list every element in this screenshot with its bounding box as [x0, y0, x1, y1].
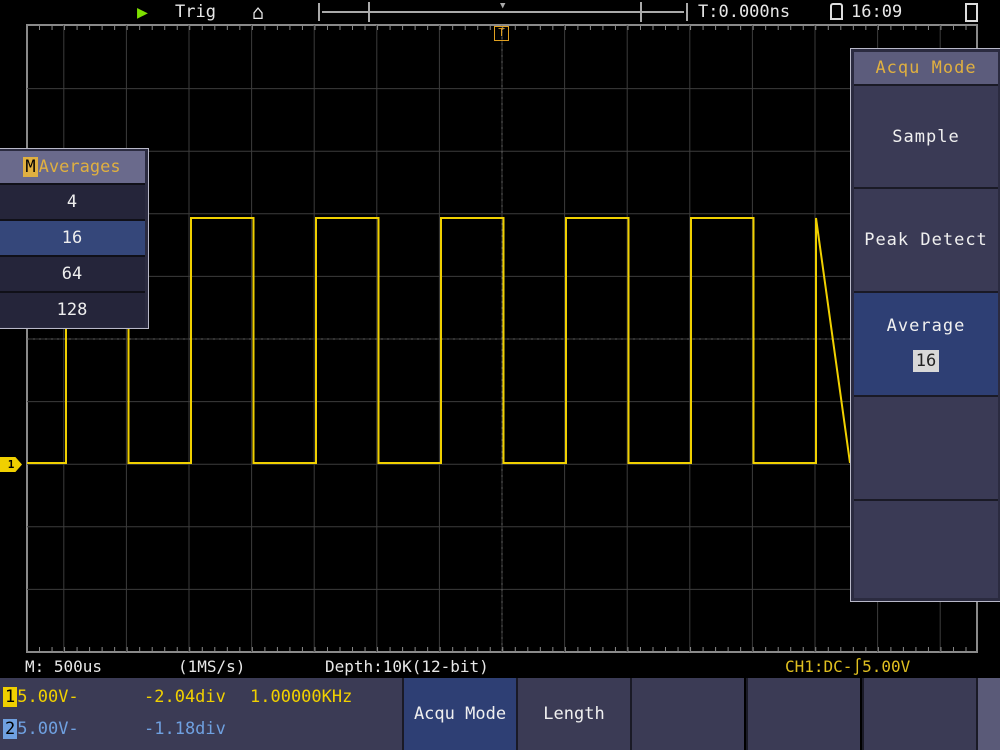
trigger-level: 5.00V	[862, 657, 910, 676]
ch1-waveform	[27, 218, 850, 463]
lock-icon	[830, 3, 843, 20]
menu-badge-icon: M	[23, 157, 37, 177]
bottom-menu-empty-4	[746, 678, 860, 750]
ch2-badge: 2	[3, 719, 17, 739]
battery-icon	[965, 3, 978, 22]
option-label: 64	[62, 264, 82, 284]
ch1-badge: 1	[3, 687, 17, 707]
ch1-marker-label: 1	[8, 458, 15, 471]
clock: 16:09	[851, 2, 902, 22]
trigger-marker-label: T	[498, 26, 505, 39]
option-label: 16	[62, 228, 82, 248]
average-value: 16	[913, 350, 939, 372]
run-icon[interactable]: ▶	[137, 2, 148, 23]
ch2-offset: -1.18div	[144, 719, 226, 739]
ch1-info[interactable]: 15.00V-	[3, 687, 79, 707]
acqu-mode-label: Acqu Mode	[414, 704, 506, 724]
sample-button[interactable]: Sample	[854, 84, 998, 187]
acqu-mode-side-menu: Acqu Mode Sample Peak Detect Average 16	[850, 48, 1000, 602]
averages-option-128[interactable]: 128	[0, 291, 145, 327]
ch1-offset: -2.04div	[144, 687, 226, 707]
memory-depth: Depth:10K(12-bit)	[325, 657, 489, 676]
trigger-position-marker[interactable]: T	[494, 26, 509, 41]
side-menu-empty-5	[854, 499, 998, 598]
length-label: Length	[543, 704, 604, 724]
averages-option-16[interactable]: 16	[0, 219, 145, 255]
length-button[interactable]: Length	[516, 678, 630, 750]
bottom-menu-scroll[interactable]	[976, 678, 1000, 750]
timebase: M: 500us	[25, 657, 102, 676]
peak-detect-button[interactable]: Peak Detect	[854, 187, 998, 291]
averages-option-4[interactable]: 4	[0, 183, 145, 219]
bottom-menu-empty-5	[862, 678, 976, 750]
averages-option-64[interactable]: 64	[0, 255, 145, 291]
side-menu-empty-4	[854, 395, 998, 499]
averages-popup: M Averages 4 16 64 128	[0, 148, 149, 329]
average-button[interactable]: Average 16	[854, 291, 998, 395]
sample-label: Sample	[892, 127, 959, 147]
averages-popup-title: Averages	[39, 157, 121, 177]
bottom-menu-empty-3	[630, 678, 744, 750]
ch1-scale: 5.00V-	[17, 687, 78, 707]
trigger-source: CH1:DC-	[785, 657, 852, 676]
side-menu-title: Acqu Mode	[854, 52, 998, 84]
trigger-status: Trig	[175, 2, 216, 22]
ch1-frequency: 1.00000KHz	[250, 687, 352, 707]
averages-popup-header: M Averages	[0, 151, 145, 183]
average-label: Average	[887, 316, 966, 336]
trigger-settings: CH1:DC-∫5.00V	[785, 657, 910, 676]
acquisition-status-line: M: 500us (1MS/s) Depth:10K(12-bit) CH1:D…	[0, 655, 1000, 677]
ch2-info[interactable]: 25.00V-	[3, 719, 79, 739]
sample-rate: (1MS/s)	[178, 657, 245, 676]
ch2-scale: 5.00V-	[17, 719, 78, 739]
home-icon[interactable]: ⌂	[252, 0, 264, 24]
option-label: 4	[67, 192, 77, 212]
channel-info-panel: 15.00V- -2.04div 1.00000KHz 25.00V- -1.1…	[0, 678, 402, 750]
top-status-bar: ▶ Trig ⌂ ▼ T:0.000ns 16:09	[0, 0, 1000, 25]
peak-detect-label: Peak Detect	[864, 230, 988, 250]
memory-position-bar: ▼	[318, 3, 688, 21]
acqu-mode-button[interactable]: Acqu Mode	[402, 678, 516, 750]
rising-edge-icon: ∫	[852, 657, 862, 676]
option-label: 128	[57, 300, 88, 320]
trigger-time: T:0.000ns	[698, 2, 790, 22]
